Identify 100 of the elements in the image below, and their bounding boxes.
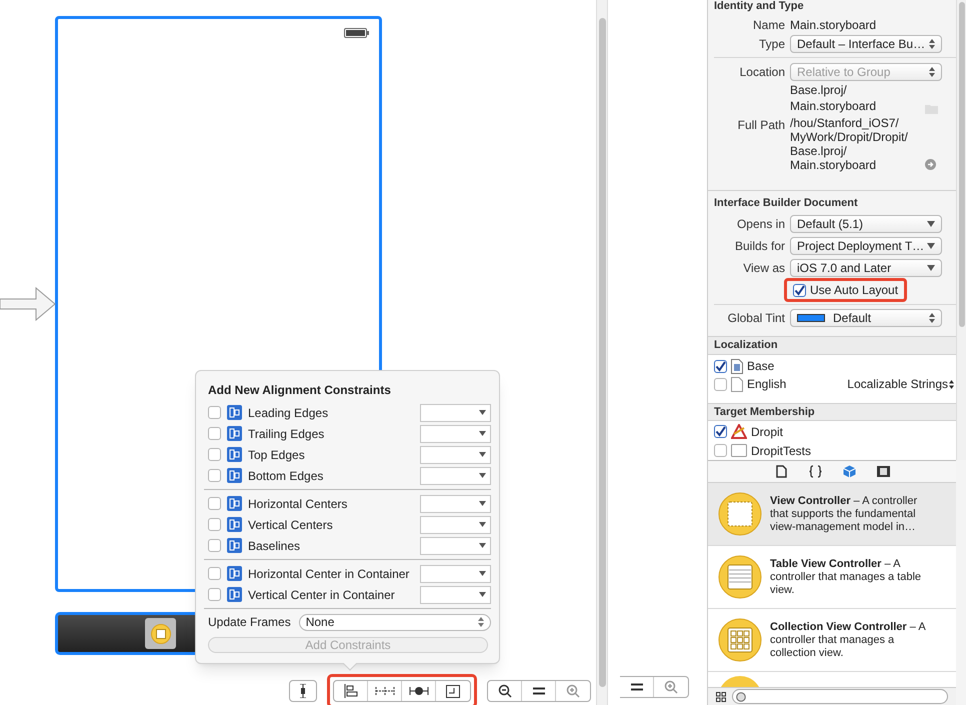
constraint-label: Top Edges <box>248 446 306 464</box>
checkbox[interactable] <box>793 284 806 297</box>
battery-icon <box>344 28 369 38</box>
checkbox[interactable] <box>714 444 727 457</box>
constant-field[interactable] <box>420 564 491 582</box>
alignment-icon <box>227 587 242 602</box>
stepper-icon <box>929 313 935 324</box>
collection-view-icon <box>718 618 762 662</box>
library-item[interactable]: View Controller – A controller that supports the fundamental view-management model in… <box>708 483 956 546</box>
constant-field[interactable] <box>420 516 491 534</box>
checkbox[interactable] <box>208 406 221 419</box>
actual-size-icon <box>532 687 544 695</box>
section-header: Target Membership <box>708 402 956 421</box>
localization-option[interactable]: Localizable Strings <box>847 375 956 394</box>
checkbox[interactable] <box>208 448 221 461</box>
dropdown-arrow-icon <box>479 473 486 478</box>
view-controller-icon <box>718 492 762 536</box>
constant-field[interactable] <box>420 446 491 464</box>
resolve-icon <box>408 685 428 697</box>
zoom-out-icon <box>498 684 512 698</box>
constraint-label: Vertical Center in Container <box>248 586 396 604</box>
type-select[interactable]: Default – Interface Bu… <box>790 34 942 53</box>
constant-field[interactable] <box>420 494 491 512</box>
field-label: Opens in <box>736 216 786 234</box>
storyboard-file-icon <box>731 358 743 374</box>
section-header: Localization <box>708 336 956 356</box>
alignment-icon <box>227 426 242 441</box>
update-frames-select[interactable]: None <box>298 614 491 630</box>
checkbox[interactable] <box>208 539 221 552</box>
alignment-icon <box>227 517 242 532</box>
dropdown-arrow-icon <box>927 265 935 272</box>
color-swatch <box>797 314 825 322</box>
braces-icon <box>808 465 822 478</box>
stepper-icon <box>949 380 954 389</box>
field-label: Full Path <box>736 117 786 134</box>
constraint-label: Leading Edges <box>248 404 330 422</box>
alignment-icon <box>227 496 242 511</box>
dropdown-arrow-icon <box>479 543 486 548</box>
checkbox[interactable] <box>208 518 221 531</box>
field-label: Global Tint <box>726 310 786 328</box>
library-tab[interactable] <box>807 464 823 480</box>
document-icon <box>731 376 743 392</box>
constant-field[interactable] <box>420 466 491 484</box>
constraint-toggle-button[interactable] <box>289 680 317 702</box>
full-path: /hou/Stanford_iOS7/ MyWork/Dropit/Dropit/ Base.lproj/ Main.storyboard <box>790 116 909 172</box>
constant-field[interactable] <box>420 404 491 422</box>
dropdown-arrow-icon <box>927 243 935 250</box>
view-controller-icon[interactable] <box>145 618 176 649</box>
document-select[interactable]: Project Deployment T… <box>790 237 942 256</box>
section-title: Interface Builder Document <box>713 196 859 212</box>
dropdown-arrow-icon <box>927 221 935 228</box>
dropdown-arrow-icon <box>479 522 486 527</box>
constraint-label: Horizontal Center in Container <box>248 566 410 582</box>
arrow-circle-icon[interactable] <box>925 159 936 170</box>
grid-view-icon[interactable] <box>716 692 726 702</box>
library-item-description: View Controller – A controller that supports the fundamental view-management model in… <box>770 494 918 534</box>
filter-field[interactable] <box>732 689 948 704</box>
constant-field[interactable] <box>420 536 491 554</box>
stepper-icon <box>929 67 935 78</box>
scrollbar[interactable] <box>956 0 966 460</box>
constraint-label: Bottom Edges <box>248 468 324 484</box>
checkbox[interactable] <box>208 588 221 601</box>
resizing-icon <box>446 684 460 698</box>
target-name: DropitTests <box>751 442 812 460</box>
alignment-icon <box>227 447 242 462</box>
checkbox[interactable] <box>208 427 221 440</box>
section-title: Identity and Type <box>713 0 805 12</box>
alignment-icon <box>227 468 242 483</box>
dropdown-arrow-icon <box>479 501 486 506</box>
dropdown-arrow-icon <box>479 431 486 436</box>
checkbox[interactable] <box>208 497 221 510</box>
field-label: Builds for <box>734 238 786 256</box>
dropdown-arrow-icon <box>479 592 486 597</box>
checkbox[interactable] <box>714 360 727 373</box>
alignment-icon <box>227 538 242 553</box>
alignment-icon <box>227 566 242 581</box>
dropdown-arrow-icon <box>479 571 486 576</box>
checkbox[interactable] <box>208 567 221 580</box>
checkbox[interactable] <box>714 378 727 391</box>
checkbox-label: Use Auto Layout <box>810 282 898 300</box>
target-name: Dropit <box>751 424 784 440</box>
pin-icon <box>374 685 394 697</box>
constant-field[interactable] <box>420 586 491 604</box>
constraint-label: Vertical Centers <box>248 516 334 534</box>
dropdown-arrow-icon <box>479 410 486 415</box>
language-name: English <box>747 376 788 394</box>
stepper-icon <box>478 617 484 627</box>
scrollbar[interactable] <box>596 0 608 705</box>
constant-field[interactable] <box>420 424 491 442</box>
table-view-icon <box>718 555 762 599</box>
zoom-in-icon <box>664 680 678 694</box>
alignment-icon <box>227 405 242 420</box>
checkbox[interactable] <box>208 469 221 482</box>
field-label: Name <box>752 17 786 34</box>
checkbox[interactable] <box>714 425 727 438</box>
tint-select[interactable]: Default <box>790 309 942 328</box>
document-select[interactable]: iOS 7.0 and Later <box>790 259 942 278</box>
document-select[interactable]: Default (5.1) <box>790 215 942 234</box>
library-tab[interactable] <box>875 464 891 480</box>
location-path: Base.lproj/ Main.storyboard <box>790 82 878 114</box>
